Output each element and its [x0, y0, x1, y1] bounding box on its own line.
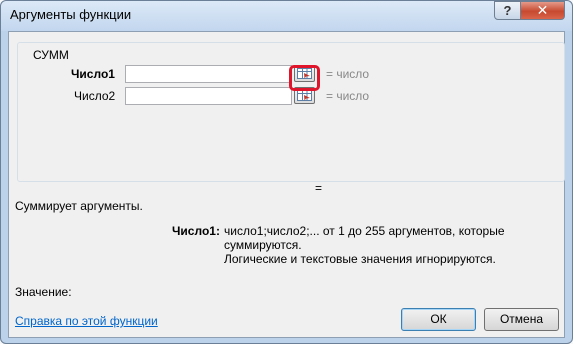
arg2-label: Число2: [74, 89, 116, 103]
highlight-box: [289, 65, 320, 91]
arg2-result: = число: [326, 89, 370, 103]
ok-button[interactable]: ОК: [401, 308, 476, 331]
value-label: Значение:: [15, 285, 72, 299]
close-button[interactable]: ✕: [520, 1, 565, 20]
arg2-input[interactable]: [125, 87, 292, 105]
arg1-input[interactable]: [125, 65, 292, 83]
arg-help-text: число1;число2;... от 1 до 255 аргументов…: [224, 224, 564, 266]
function-name: СУММ: [31, 48, 71, 62]
dialog-body: СУММ Число1 = число Число2 = число = Сум…: [8, 31, 565, 338]
collapse-dialog-icon: [297, 90, 312, 101]
function-arguments-dialog: Аргументы функции ? ✕ СУММ Число1 = числ…: [0, 0, 573, 344]
cancel-button[interactable]: Отмена: [484, 308, 559, 331]
function-group: СУММ Число1 = число Число2 = число: [17, 42, 565, 182]
arg-help-name: Число1:: [172, 224, 220, 238]
arg1-result: = число: [326, 67, 370, 81]
dialog-title: Аргументы функции: [10, 7, 132, 22]
arg1-label: Число1: [71, 67, 115, 81]
title-bar[interactable]: Аргументы функции: [1, 1, 572, 31]
function-help-link[interactable]: Справка по этой функции: [15, 314, 158, 328]
function-description: Суммирует аргументы.: [15, 199, 143, 213]
arg-help-line-1: число1;число2;... от 1 до 255 аргументов…: [224, 224, 505, 252]
help-button[interactable]: ?: [494, 1, 521, 20]
arg-help-line-2: Логические и текстовые значения игнориру…: [224, 252, 496, 266]
function-result: =: [315, 181, 323, 195]
